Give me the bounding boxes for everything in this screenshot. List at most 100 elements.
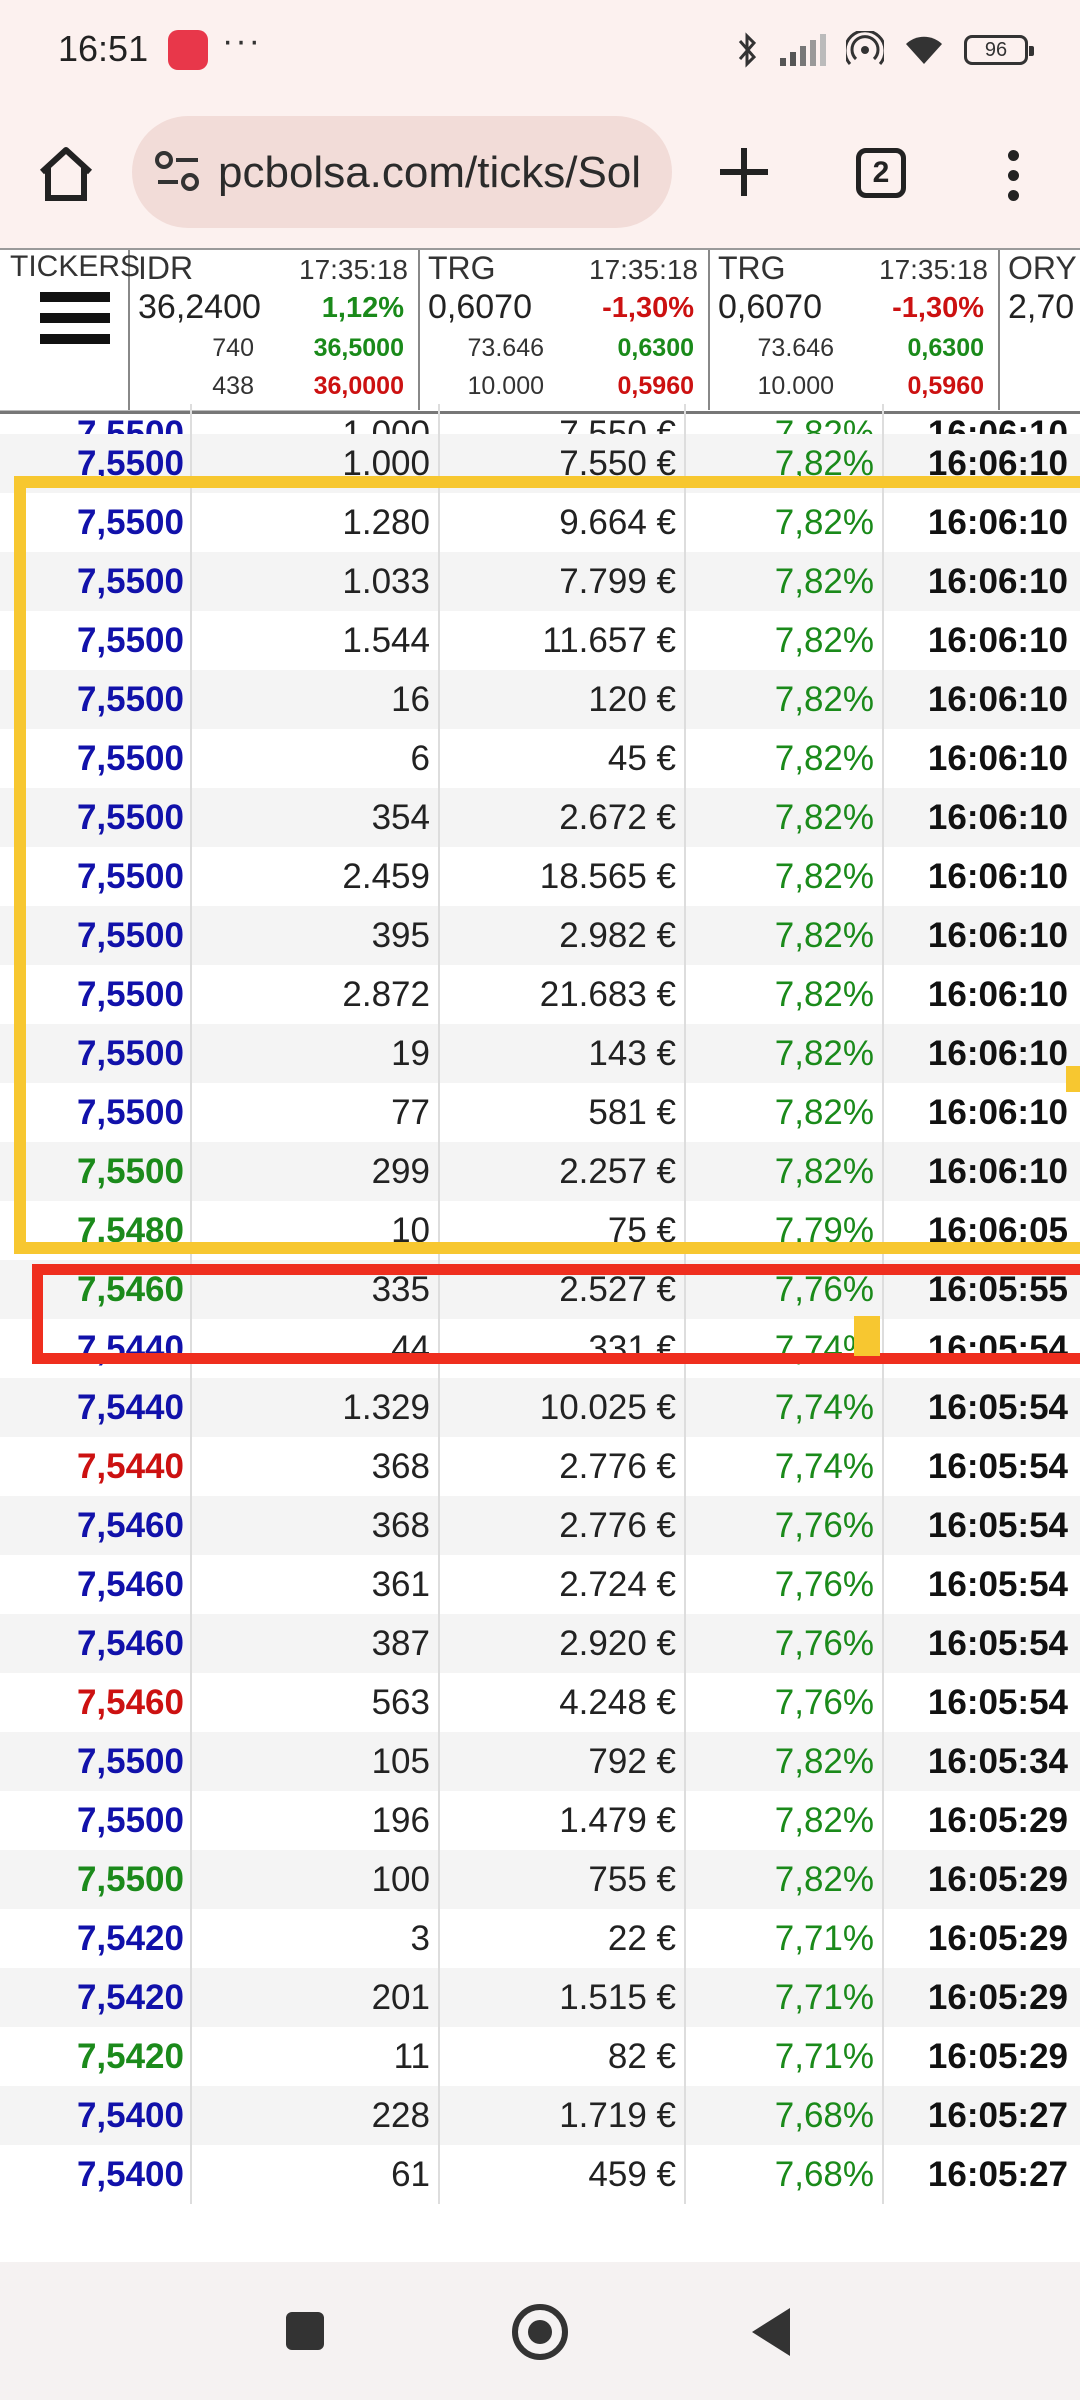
trade-change-percent: 7,82%	[684, 1142, 878, 1201]
trade-amount: 4.248 €	[438, 1673, 680, 1732]
trade-time: 16:06:10	[882, 552, 1070, 611]
trade-row: 7,5500 395 2.982 €7,82% 16:06:10	[0, 906, 1080, 965]
trade-quantity: 1.329	[190, 1378, 434, 1437]
trade-change-percent: 7,76%	[684, 1496, 878, 1555]
trade-time: 16:06:10	[882, 1142, 1070, 1201]
trade-change-percent: 7,82%	[684, 611, 878, 670]
trade-price: 7,5420	[76, 1919, 184, 1958]
trade-change-percent: 7,79%	[684, 1201, 878, 1260]
trade-change-percent: 7,82%	[684, 1083, 878, 1142]
trade-amount: 2.920 €	[438, 1614, 680, 1673]
ticker-card[interactable]: TRG 17:35:18 0,6070 -1,30% 73.646 0,6300 10.00…	[710, 250, 1000, 410]
trade-change-percent: 7,82%	[684, 1850, 878, 1909]
signal-icon	[780, 34, 826, 66]
trade-price: 7,5500	[76, 1801, 184, 1840]
overflow-menu-icon[interactable]	[998, 144, 1028, 208]
ticker-symbol: ORY	[1008, 250, 1077, 286]
home-button[interactable]	[512, 2304, 568, 2360]
trade-price: 7,5460	[76, 1624, 184, 1663]
ticker-time: 17:35:18	[879, 254, 988, 285]
trade-quantity: 2.872	[190, 965, 434, 1024]
trade-price: 7,5500	[76, 562, 184, 601]
ticker-symbol: TRG	[718, 250, 786, 286]
trade-price: 7,5500	[76, 1093, 184, 1132]
trade-change-percent: 7,68%	[684, 2145, 878, 2204]
trade-amount: 2.257 €	[438, 1142, 680, 1201]
trade-time: 16:05:54	[882, 1319, 1070, 1378]
recents-button[interactable]	[286, 2312, 324, 2350]
trade-row: 7,5460 387 2.920 €7,76% 16:05:54	[0, 1614, 1080, 1673]
trade-price: 7,5500	[76, 1034, 184, 1073]
trade-amount: 75 €	[438, 1201, 680, 1260]
trade-price: 7,5500	[76, 1152, 184, 1191]
trade-row: 7,5400 61 459 €7,68% 16:05:27	[0, 2145, 1080, 2204]
trade-amount: 120 €	[438, 670, 680, 729]
ticker-card[interactable]: ORY2,7012.9.	[1000, 250, 1080, 410]
ticker-card[interactable]: IDR 17:35:18 36,2400 1,12% 740 36,5000 438 36,0…	[130, 250, 420, 410]
tab-switcher-button[interactable]: 2	[856, 148, 906, 198]
trade-row: 7,5460 335 2.527 €7,76% 16:05:55	[0, 1260, 1080, 1319]
trade-quantity: 196	[190, 1791, 434, 1850]
tickers-menu[interactable]: TICKERS	[0, 250, 140, 410]
trade-change-percent: 7,74%	[684, 1319, 878, 1378]
trade-row: 7,5500 196 1.479 €7,82% 16:05:29	[0, 1791, 1080, 1850]
trade-price: 7,5500	[76, 739, 184, 778]
trade-time: 16:05:54	[882, 1555, 1070, 1614]
trade-change-percent: 7,71%	[684, 1909, 878, 1968]
back-button[interactable]	[752, 2308, 790, 2356]
trade-row: 7,5420 3 22 €7,71% 16:05:29	[0, 1909, 1080, 1968]
trade-amount: 11.657 €	[438, 611, 680, 670]
trade-time: 16:05:54	[882, 1673, 1070, 1732]
trade-quantity: 335	[190, 1260, 434, 1319]
address-bar[interactable]: pcbolsa.com/ticks/Sol	[132, 116, 672, 228]
trade-quantity: 368	[190, 1496, 434, 1555]
ticker-price: 2,70	[1008, 288, 1075, 326]
trade-row: 7,5500 77 581 €7,82% 16:06:10	[0, 1083, 1080, 1142]
trade-quantity: 1.544	[190, 611, 434, 670]
trade-change-percent: 7,74%	[684, 1437, 878, 1496]
trade-row: 7,5500 1.280 9.664 €7,82% 16:06:10	[0, 493, 1080, 552]
trade-time: 16:06:10	[882, 611, 1070, 670]
hamburger-menu-icon[interactable]	[40, 292, 110, 355]
trade-amount: 10.025 €	[438, 1378, 680, 1437]
trade-quantity: 387	[190, 1614, 434, 1673]
trades-table: 7,5500 1.000 7.550 €7,82% 16:06:10 7,5500 1.0…	[0, 404, 1080, 2204]
trade-price: 7,5500	[76, 621, 184, 660]
trade-amount: 2.672 €	[438, 788, 680, 847]
ticker-card[interactable]: TRG 17:35:18 0,6070 -1,30% 73.646 0,6300 10.00…	[420, 250, 710, 410]
trade-price: 7,5500	[76, 798, 184, 837]
trade-amount: 2.776 €	[438, 1437, 680, 1496]
trade-change-percent: 7,74%	[684, 1378, 878, 1437]
tickers-label: TICKERS	[10, 250, 141, 283]
trade-quantity: 361	[190, 1555, 434, 1614]
trade-time: 16:05:29	[882, 1850, 1070, 1909]
trade-quantity: 563	[190, 1673, 434, 1732]
trade-amount: 143 €	[438, 1024, 680, 1083]
ticker-change: -1,30%	[602, 292, 694, 324]
trade-quantity: 2.459	[190, 847, 434, 906]
trade-price: 7,5460	[76, 1506, 184, 1545]
trade-quantity: 201	[190, 1968, 434, 2027]
trade-change-percent: 7,82%	[684, 965, 878, 1024]
ticker-strip[interactable]: TICKERS IDR 17:35:18 36,2400 1,12% 740 36,500…	[0, 248, 1080, 414]
trade-change-percent: 7,76%	[684, 1673, 878, 1732]
new-tab-icon[interactable]	[712, 140, 776, 204]
trade-row: 7,5500 1.033 7.799 €7,82% 16:06:10	[0, 552, 1080, 611]
trade-time: 16:06:10	[882, 434, 1070, 493]
trade-time: 16:05:29	[882, 1968, 1070, 2027]
trade-quantity: 105	[190, 1732, 434, 1791]
trade-row: 7,5500 1.000 7.550 €7,82% 16:06:10	[0, 404, 1080, 434]
trade-row: 7,5500 299 2.257 €7,82% 16:06:10	[0, 1142, 1080, 1201]
trade-time: 16:06:05	[882, 1201, 1070, 1260]
trade-change-percent: 7,71%	[684, 1968, 878, 2027]
trade-amount: 18.565 €	[438, 847, 680, 906]
site-settings-icon[interactable]	[154, 150, 202, 194]
ticker-price: 0,6070	[718, 288, 822, 326]
trade-time: 16:05:27	[882, 2086, 1070, 2145]
trade-amount: 21.683 €	[438, 965, 680, 1024]
trade-change-percent: 7,76%	[684, 1260, 878, 1319]
trade-amount: 581 €	[438, 1083, 680, 1142]
trade-amount: 7.799 €	[438, 552, 680, 611]
home-icon[interactable]	[34, 142, 98, 206]
trade-change-percent: 7,82%	[684, 434, 878, 493]
